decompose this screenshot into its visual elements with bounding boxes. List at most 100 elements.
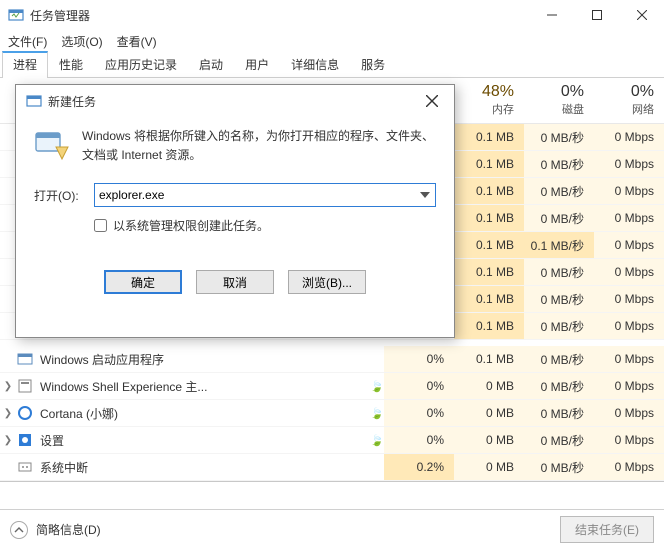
menu-options[interactable]: 选项(O)	[61, 33, 102, 50]
browse-button[interactable]: 浏览(B)...	[288, 270, 366, 294]
process-name: Windows Shell Experience 主...	[40, 378, 370, 395]
menu-view[interactable]: 查看(V)	[117, 33, 157, 50]
dialog-message: Windows 将根据你所键入的名称，为你打开相应的程序、文件夹、文档或 Int…	[82, 127, 436, 165]
cell-disk: 0 MB/秒	[524, 313, 594, 339]
tab-users[interactable]: 用户	[234, 51, 280, 78]
cell-network: 0 Mbps	[594, 205, 664, 231]
minimize-button[interactable]	[529, 0, 574, 30]
table-row[interactable]: ❯ Windows Shell Experience 主... 🍃 0% 0 M…	[0, 373, 664, 400]
cell-memory: 0.1 MB	[454, 259, 524, 285]
dialog-close-button[interactable]	[416, 87, 448, 115]
cell-network: 0 Mbps	[594, 454, 664, 480]
cell-network: 0 Mbps	[594, 178, 664, 204]
cell-memory: 0 MB	[454, 454, 524, 480]
fewer-details-button[interactable]	[10, 521, 28, 539]
maximize-button[interactable]	[574, 0, 619, 30]
cell-memory: 0.1 MB	[454, 205, 524, 231]
cell-disk: 0 MB/秒	[524, 346, 594, 372]
cell-disk: 0 MB/秒	[524, 286, 594, 312]
eco-leaf-icon: 🍃	[370, 380, 384, 393]
column-header-network[interactable]: 0% 网络	[594, 79, 664, 123]
fewer-details-label[interactable]: 简略信息(D)	[36, 521, 101, 538]
tab-details[interactable]: 详细信息	[280, 51, 350, 78]
table-row[interactable]: 系统中断 0.2% 0 MB 0 MB/秒 0 Mbps	[0, 454, 664, 481]
eco-leaf-icon: 🍃	[370, 434, 384, 447]
table-row[interactable]: Windows 启动应用程序 0% 0.1 MB 0 MB/秒 0 Mbps	[0, 346, 664, 373]
cell-disk: 0 MB/秒	[524, 124, 594, 150]
eco-leaf-icon: 🍃	[370, 407, 384, 420]
dialog-titlebar: 新建任务	[16, 85, 454, 117]
dialog-app-icon	[26, 93, 42, 109]
cell-cpu: 0%	[384, 373, 454, 399]
cell-network: 0 Mbps	[594, 232, 664, 258]
admin-checkbox-label: 以系统管理权限创建此任务。	[113, 217, 269, 234]
cell-network: 0 Mbps	[594, 400, 664, 426]
table-row[interactable]: ❯ Cortana (小娜) 🍃 0% 0 MB 0 MB/秒 0 Mbps	[0, 400, 664, 427]
tab-performance[interactable]: 性能	[48, 51, 94, 78]
process-icon	[16, 351, 34, 367]
cell-network: 0 Mbps	[594, 373, 664, 399]
tab-processes[interactable]: 进程	[2, 51, 48, 78]
cell-network: 0 Mbps	[594, 151, 664, 177]
process-icon	[16, 459, 34, 475]
table-row[interactable]: ❯ 设置 🍃 0% 0 MB 0 MB/秒 0 Mbps	[0, 427, 664, 454]
process-name: Windows 启动应用程序	[40, 351, 370, 368]
tab-services[interactable]: 服务	[350, 51, 396, 78]
cell-disk: 0.1 MB/秒	[524, 232, 594, 258]
cell-disk: 0 MB/秒	[524, 259, 594, 285]
expand-toggle[interactable]: ❯	[0, 435, 16, 446]
cell-disk: 0 MB/秒	[524, 400, 594, 426]
cell-cpu: 0%	[384, 400, 454, 426]
tab-strip: 进程 性能 应用历史记录 启动 用户 详细信息 服务	[0, 52, 664, 78]
cancel-button[interactable]: 取消	[196, 270, 274, 294]
cell-memory: 0 MB	[454, 400, 524, 426]
cell-memory: 0.1 MB	[454, 286, 524, 312]
menu-file[interactable]: 文件(F)	[8, 33, 47, 50]
cell-cpu: 0%	[384, 346, 454, 372]
cell-memory: 0 MB	[454, 427, 524, 453]
cell-memory: 0.1 MB	[454, 313, 524, 339]
ok-button[interactable]: 确定	[104, 270, 182, 294]
cell-network: 0 Mbps	[594, 124, 664, 150]
process-name: 系统中断	[40, 459, 370, 476]
cell-disk: 0 MB/秒	[524, 373, 594, 399]
cell-disk: 0 MB/秒	[524, 178, 594, 204]
process-icon	[16, 432, 34, 448]
open-dropdown-button[interactable]	[416, 185, 434, 205]
process-name: Cortana (小娜)	[40, 405, 370, 422]
process-name: 设置	[40, 432, 370, 449]
cell-memory: 0.1 MB	[454, 346, 524, 372]
cell-memory: 0.1 MB	[454, 178, 524, 204]
new-task-dialog: 新建任务 Windows 将根据你所键入的名称，为你打开相应的程序、文件夹、文档…	[15, 84, 455, 338]
close-button[interactable]	[619, 0, 664, 30]
expand-toggle[interactable]: ❯	[0, 408, 16, 419]
column-header-disk[interactable]: 0% 磁盘	[524, 79, 594, 123]
cell-network: 0 Mbps	[594, 313, 664, 339]
end-task-button[interactable]: 结束任务(E)	[560, 516, 654, 543]
process-icon	[16, 378, 34, 394]
cell-memory: 0.1 MB	[454, 232, 524, 258]
tab-startup[interactable]: 启动	[188, 51, 234, 78]
cell-disk: 0 MB/秒	[524, 205, 594, 231]
cell-memory: 0.1 MB	[454, 151, 524, 177]
app-icon	[8, 7, 24, 23]
cell-disk: 0 MB/秒	[524, 151, 594, 177]
process-icon	[16, 405, 34, 421]
open-input[interactable]	[94, 183, 436, 207]
cell-network: 0 Mbps	[594, 286, 664, 312]
cell-memory: 0.1 MB	[454, 124, 524, 150]
tab-app-history[interactable]: 应用历史记录	[94, 51, 188, 78]
expand-toggle[interactable]: ❯	[0, 381, 16, 392]
menubar: 文件(F) 选项(O) 查看(V)	[0, 30, 664, 52]
window-title: 任务管理器	[30, 7, 529, 24]
cell-cpu: 0%	[384, 427, 454, 453]
admin-checkbox[interactable]	[94, 219, 107, 232]
cell-cpu: 0.2%	[384, 454, 454, 480]
column-header-memory[interactable]: 48% 内存	[454, 79, 524, 123]
run-program-icon	[34, 127, 70, 163]
dialog-title: 新建任务	[48, 93, 416, 110]
cell-network: 0 Mbps	[594, 427, 664, 453]
cell-disk: 0 MB/秒	[524, 427, 594, 453]
cell-network: 0 Mbps	[594, 259, 664, 285]
cell-disk: 0 MB/秒	[524, 454, 594, 480]
